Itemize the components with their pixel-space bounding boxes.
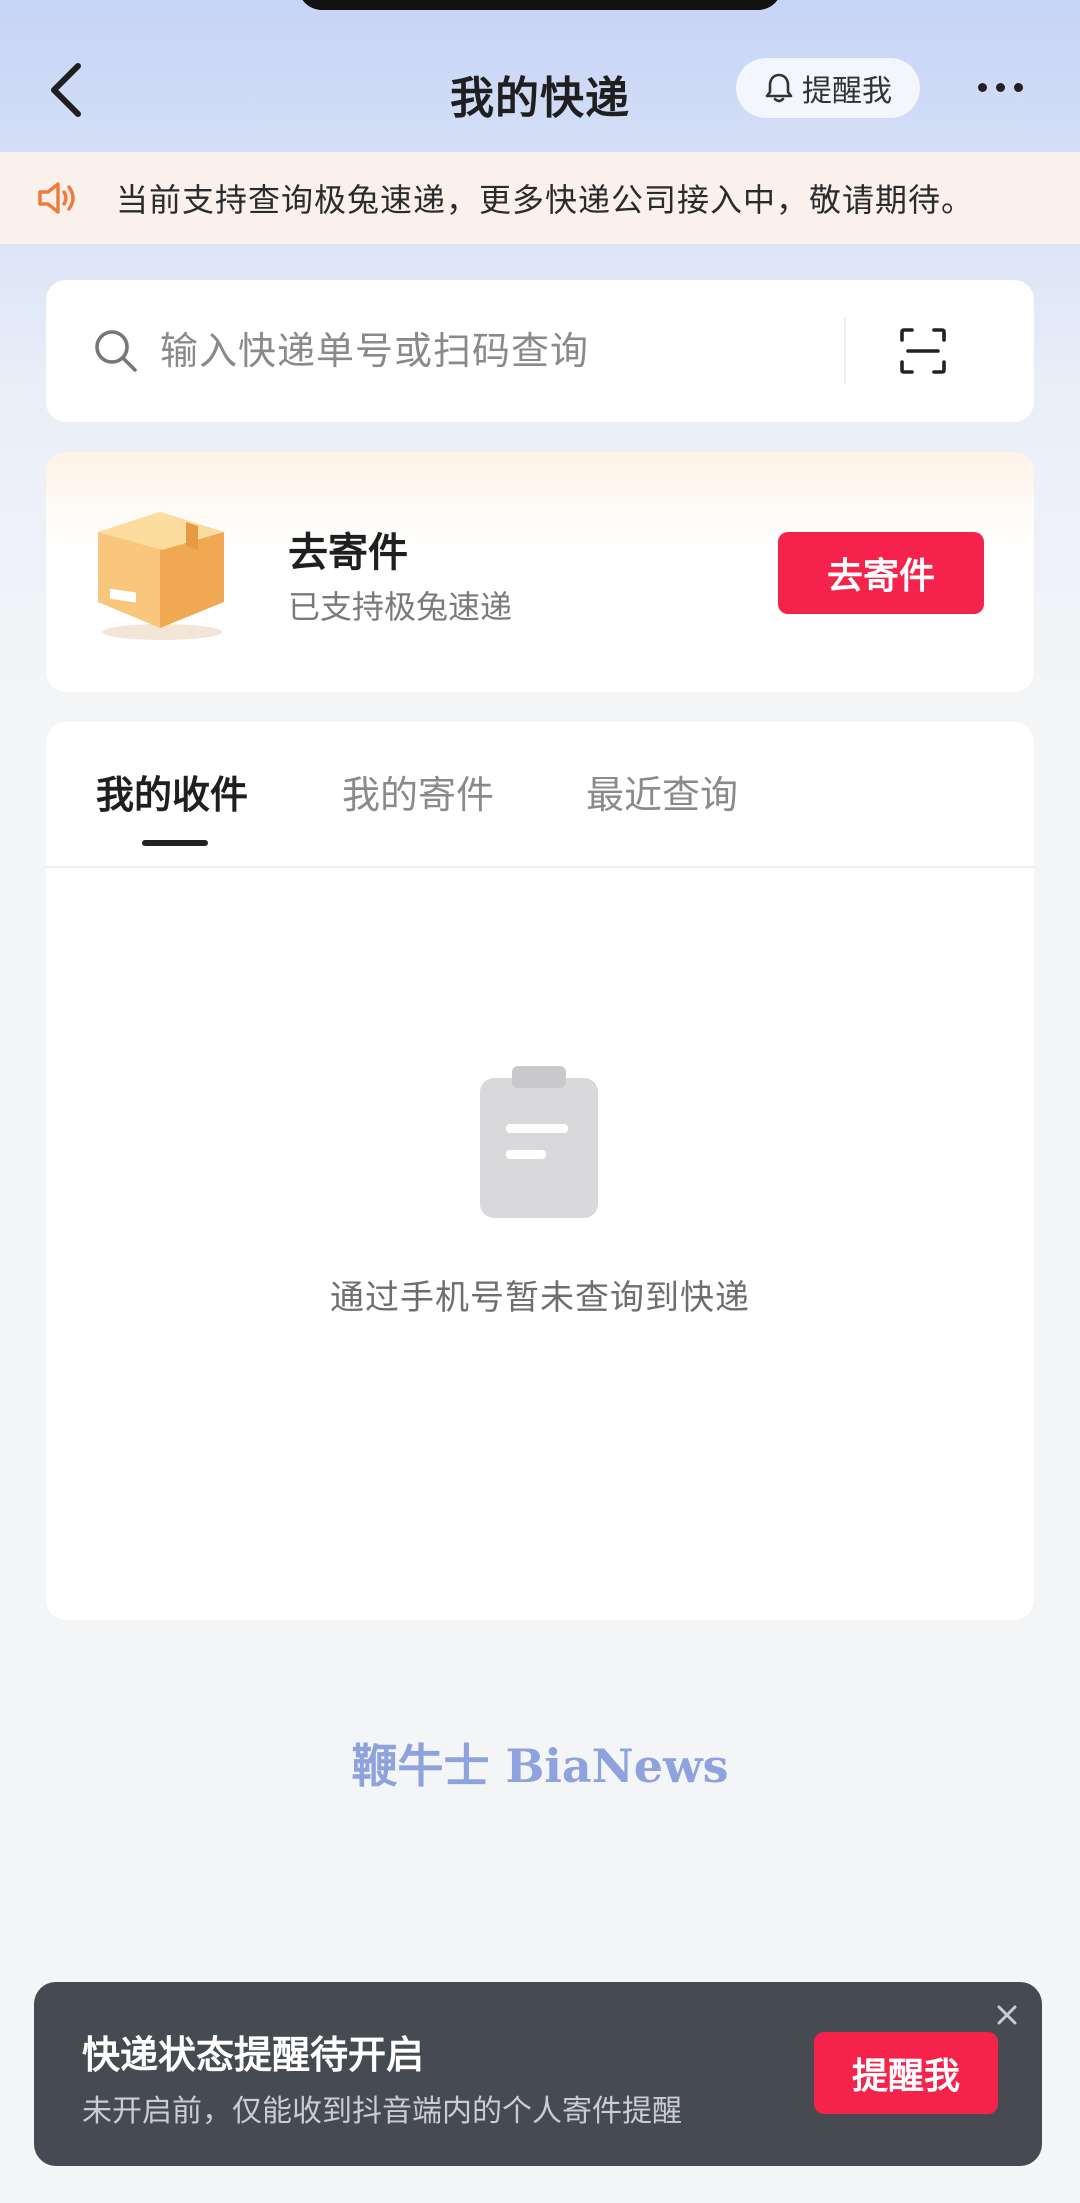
- notice-text: 当前支持查询极兔速递，更多快递公司接入中，敬请期待。: [116, 181, 975, 219]
- remind-me-label: 提醒我: [802, 74, 892, 109]
- clipboard-icon: [480, 1066, 598, 1218]
- search-divider: [844, 318, 846, 384]
- notice-bar: 当前支持查询极兔速递，更多快递公司接入中，敬请期待。: [0, 152, 1080, 244]
- banner-title: 快递状态提醒待开启: [82, 2033, 425, 2077]
- packages-card: 我的收件 我的寄件 最近查询 通过手机号暂未查询到快递: [46, 722, 1034, 1620]
- bell-icon: [765, 73, 793, 103]
- send-subtitle: 已支持极兔速递: [288, 588, 513, 626]
- tab-my-sent[interactable]: 我的寄件: [342, 764, 494, 819]
- banner-subtitle: 未开启前，仅能收到抖音端内的个人寄件提醒: [82, 2094, 682, 2129]
- search-bar: [46, 280, 1034, 422]
- watermark: 鞭牛士 BiaNews: [351, 1739, 729, 1793]
- box-icon: [98, 512, 224, 640]
- package-tabs: 我的收件 我的寄件 最近查询: [46, 722, 1034, 868]
- empty-state-text: 通过手机号暂未查询到快递: [330, 1278, 750, 1318]
- device-notch: [298, 0, 782, 10]
- nav-bar: 我的快递 提醒我: [0, 40, 1080, 140]
- scan-icon[interactable]: [898, 326, 948, 376]
- more-icon: [977, 82, 987, 92]
- search-icon: [95, 330, 137, 372]
- tab-my-received[interactable]: 我的收件: [96, 764, 248, 819]
- go-send-button[interactable]: 去寄件: [778, 532, 984, 614]
- tab-recent-queries[interactable]: 最近查询: [586, 764, 738, 819]
- send-title: 去寄件: [288, 530, 408, 576]
- active-tab-indicator: [142, 840, 208, 846]
- speaker-icon: [38, 182, 75, 214]
- enable-reminder-button[interactable]: 提醒我: [814, 2032, 998, 2114]
- notification-banner: 快递状态提醒待开启 未开启前，仅能收到抖音端内的个人寄件提醒 提醒我: [34, 1982, 1042, 2166]
- send-package-card: 去寄件 已支持极兔速递 去寄件: [46, 452, 1034, 692]
- close-icon[interactable]: [990, 1998, 1024, 2032]
- tracking-number-input[interactable]: [160, 311, 820, 391]
- remind-me-button[interactable]: 提醒我: [736, 58, 920, 118]
- more-button[interactable]: [968, 62, 1032, 112]
